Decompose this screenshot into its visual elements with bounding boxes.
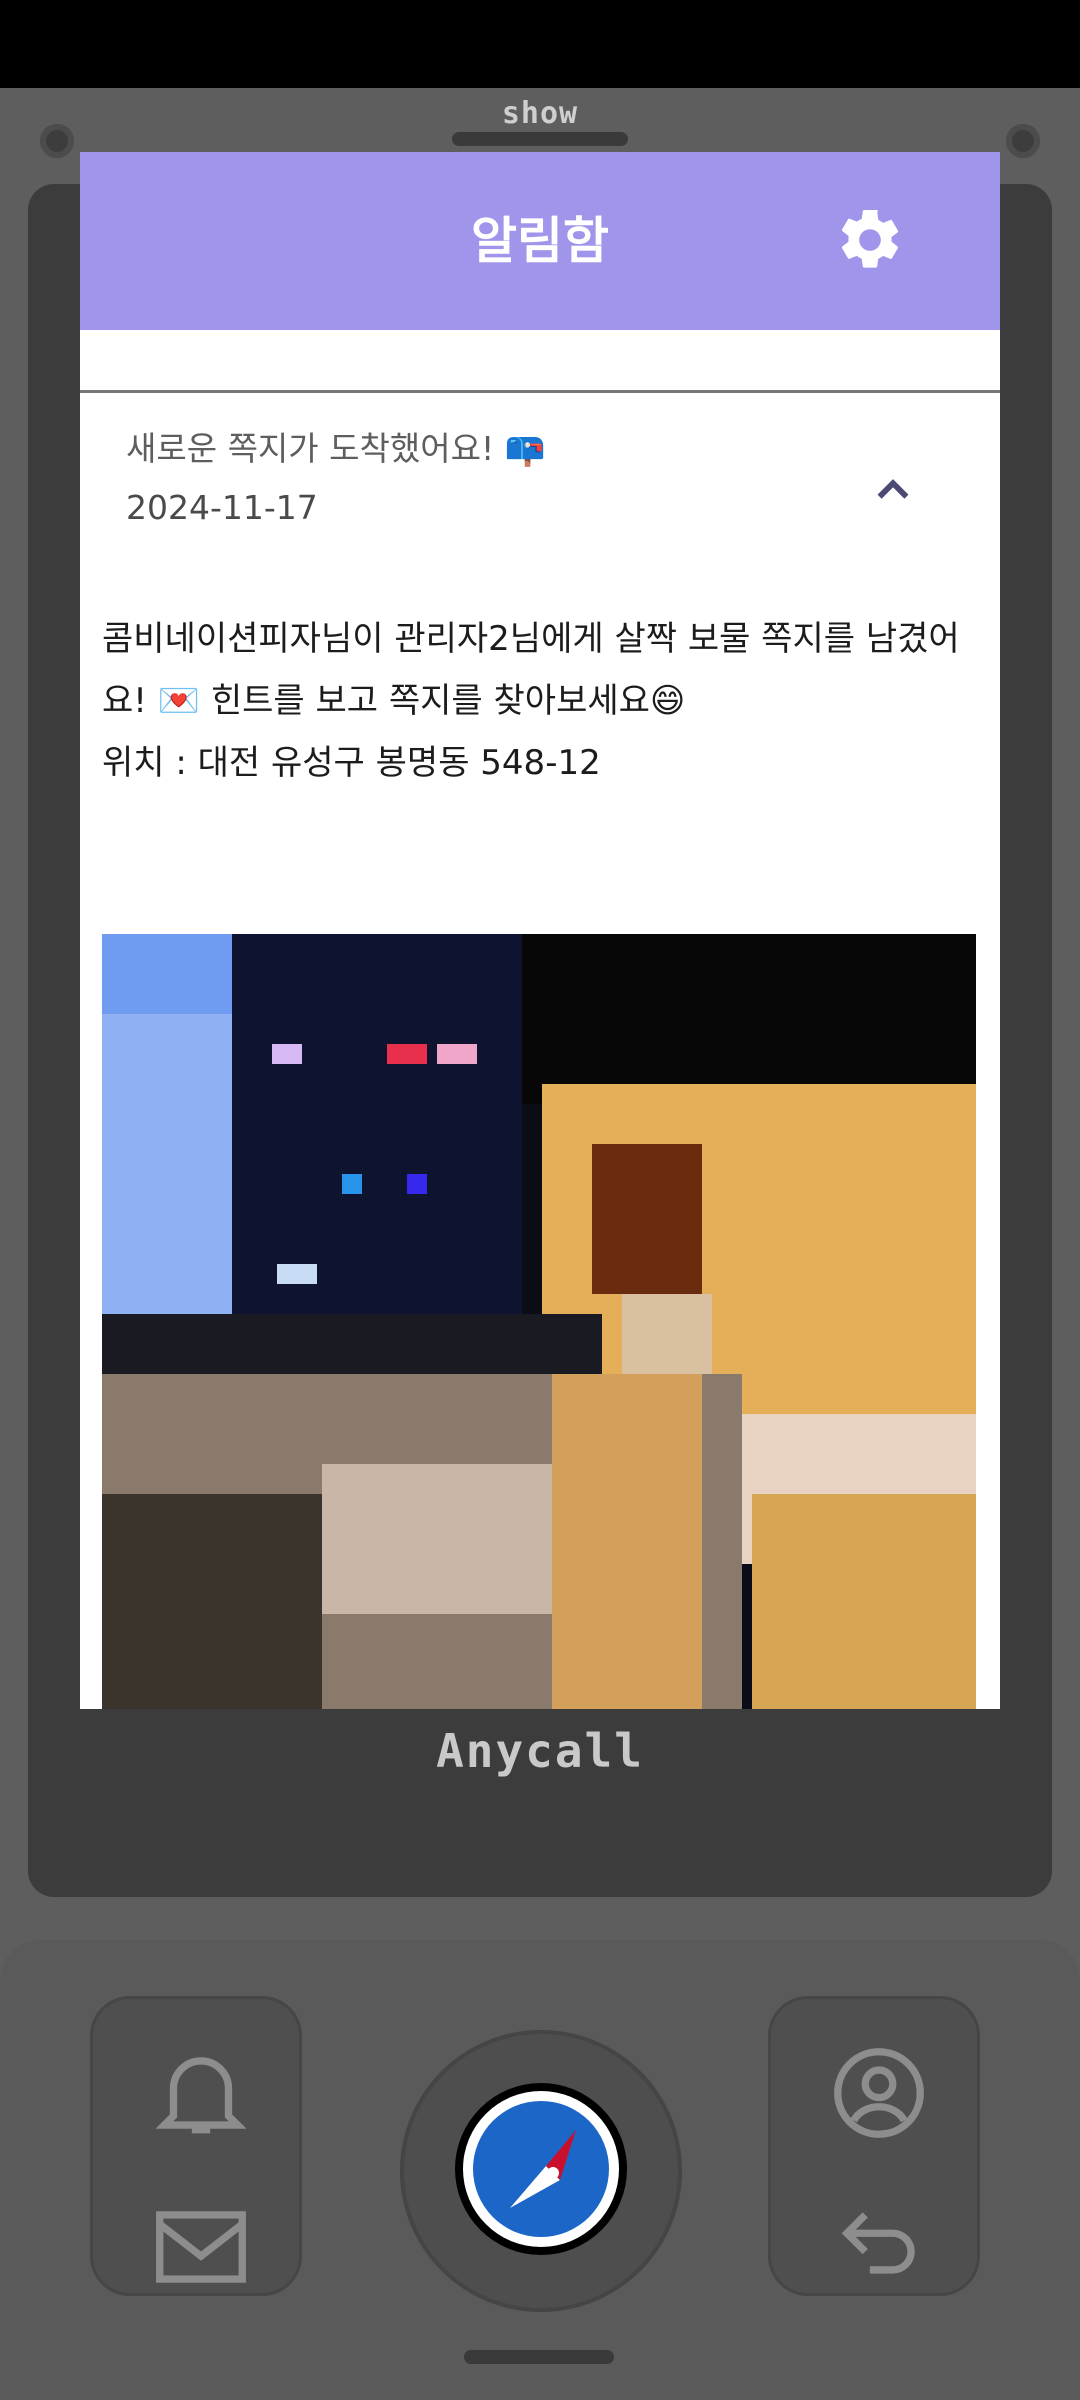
settings-button[interactable] [834, 204, 906, 276]
speaker-slot [464, 2350, 614, 2364]
hint-photo[interactable] [102, 934, 976, 1709]
notification-title[interactable]: 새로운 쪽지가 도착했어요! 📪 [126, 422, 546, 470]
bell-icon [155, 2057, 247, 2134]
mail-icon [156, 2211, 246, 2283]
collapse-button[interactable] [870, 466, 916, 512]
back-arrow-icon [841, 2212, 915, 2274]
device-top-label: show [501, 96, 579, 131]
back-button[interactable] [824, 2192, 934, 2306]
compass-button[interactable] [452, 2080, 630, 2258]
divider [80, 390, 1000, 393]
profile-button[interactable] [824, 2038, 934, 2152]
pixelated-image [102, 934, 976, 1709]
notification-date: 2024-11-17 [126, 488, 318, 527]
gear-icon [841, 209, 899, 268]
profile-icon [834, 2048, 924, 2138]
notifications-button[interactable] [146, 2038, 256, 2152]
device-brand: Anycall [436, 1724, 644, 1778]
speaker-slot [452, 132, 628, 146]
chevron-up-icon [877, 479, 909, 499]
message-text: 콤비네이션피자님이 관리자2님에게 살짝 보물 쪽지를 남겼어요! 💌 힌트를 … [102, 619, 960, 721]
app-screen: 알림함 새로운 쪽지가 도착했어요! 📪 2024-11-17 콤비네이션피자님… [80, 152, 1000, 1709]
notification-message: 콤비네이션피자님이 관리자2님에게 살짝 보물 쪽지를 남겼어요! 💌 힌트를 … [102, 608, 982, 794]
compass-icon [455, 2083, 627, 2255]
messages-button[interactable] [146, 2192, 256, 2306]
location-text: 위치 : 대전 유성구 봉명동 548-12 [102, 743, 601, 783]
